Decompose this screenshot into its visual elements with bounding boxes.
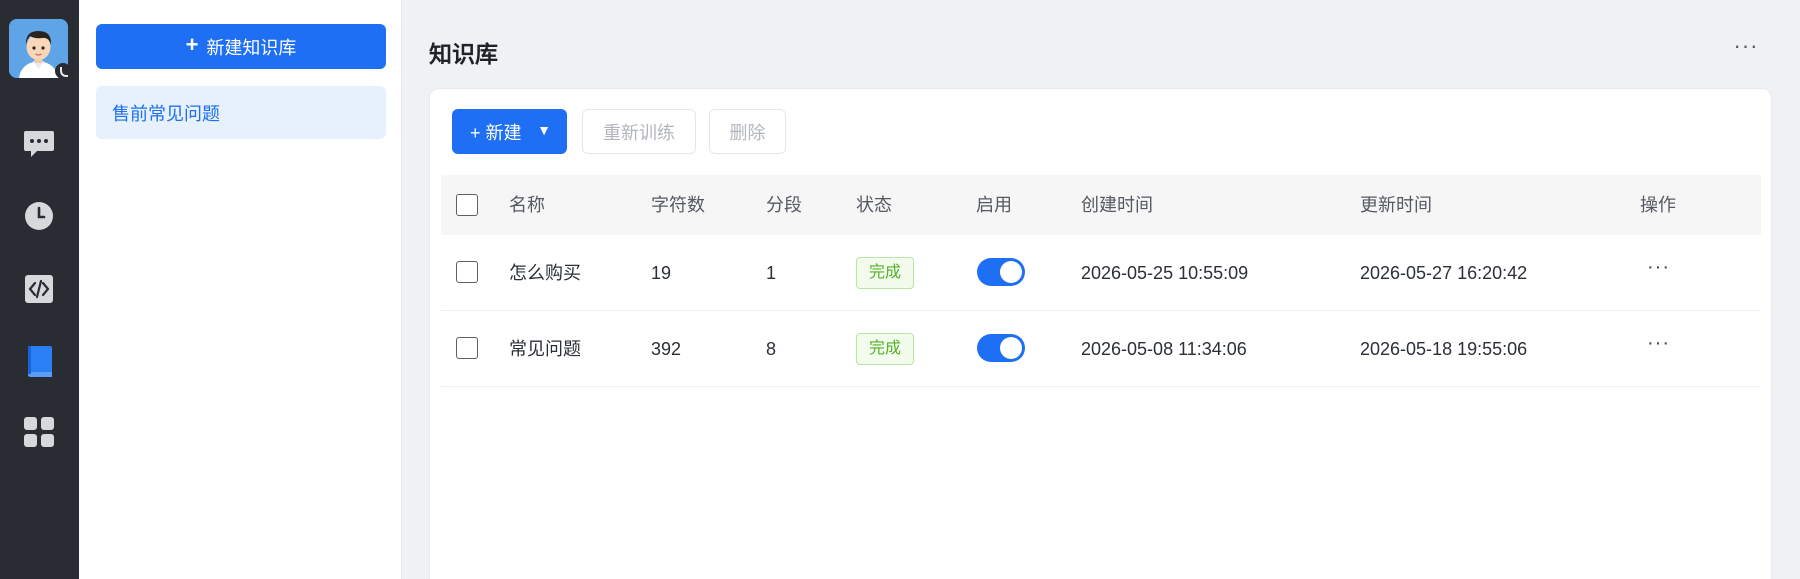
plus-icon: + <box>185 32 199 57</box>
column-header-name: 名称 <box>509 195 545 215</box>
chat-bubble-icon <box>24 131 54 157</box>
knowledge-table-card: + 新建 ▼ 重新训练 删除 名称 字符数 分段 状态 启用 创建时间 更新时间… <box>429 88 1772 579</box>
cell-segments: 1 <box>766 263 777 283</box>
kb-list-item-label: 售前常见问题 <box>112 103 220 124</box>
column-header-updated: 更新时间 <box>1360 195 1432 215</box>
row-more-icon[interactable]: ··· <box>1647 235 1670 305</box>
status-badge: 完成 <box>856 333 915 365</box>
nav-chat[interactable] <box>20 125 58 163</box>
column-header-segments: 分段 <box>766 195 802 215</box>
retrain-button[interactable]: 重新训练 <box>582 109 696 154</box>
caret-down-icon: ▼ <box>537 122 551 138</box>
nav-rail <box>0 0 79 579</box>
page-title: 知识库 <box>429 41 498 67</box>
cell-name[interactable]: 常见问题 <box>509 311 581 387</box>
column-header-enabled: 启用 <box>976 195 1012 215</box>
cell-chars: 392 <box>651 339 682 359</box>
grid-apps-icon <box>24 417 54 447</box>
cell-name[interactable]: 怎么购买 <box>509 235 581 311</box>
nav-apps[interactable] <box>20 413 58 451</box>
cell-created: 2026-05-08 11:34:06 <box>1081 339 1247 359</box>
status-badge: 完成 <box>856 257 915 289</box>
cell-created: 2026-05-25 10:55:09 <box>1081 263 1249 283</box>
retrain-label: 重新训练 <box>603 122 675 143</box>
nav-code[interactable] <box>20 270 58 308</box>
nav-knowledge[interactable] <box>20 342 58 380</box>
new-knowledge-base-label: 新建知识库 <box>206 37 297 58</box>
new-button-label: + 新建 <box>470 122 522 143</box>
column-header-actions: 操作 <box>1640 195 1676 215</box>
knowledge-base-panel: + 新建知识库 售前常见问题 <box>79 0 402 579</box>
nav-history[interactable] <box>20 197 58 235</box>
delete-button[interactable]: 删除 <box>709 109 786 154</box>
table-header: 名称 字符数 分段 状态 启用 创建时间 更新时间 操作 <box>441 175 1761 235</box>
status-moon-icon <box>55 63 71 79</box>
enable-toggle[interactable] <box>977 258 1025 286</box>
cell-updated: 2026-05-27 16:20:42 <box>1360 263 1528 283</box>
select-all-checkbox[interactable] <box>456 194 478 216</box>
column-header-chars: 字符数 <box>651 195 705 215</box>
new-dropdown-button[interactable]: + 新建 ▼ <box>452 109 567 154</box>
row-more-icon[interactable]: ··· <box>1647 311 1670 381</box>
column-header-status: 状态 <box>856 195 892 215</box>
cell-updated: 2026-05-18 19:55:06 <box>1360 339 1528 359</box>
row-checkbox[interactable] <box>456 337 478 359</box>
row-checkbox[interactable] <box>456 261 478 283</box>
table-row[interactable]: 怎么购买 19 1 完成 2026-05-25 10:55:09 2026-05… <box>441 235 1761 311</box>
kb-list-item[interactable]: 售前常见问题 <box>96 86 386 139</box>
delete-label: 删除 <box>729 122 766 143</box>
table-row[interactable]: 常见问题 392 8 完成 2026-05-08 11:34:06 2026-0… <box>441 311 1761 387</box>
book-icon <box>28 346 52 377</box>
new-knowledge-base-button[interactable]: + 新建知识库 <box>96 24 386 69</box>
code-icon <box>25 275 53 303</box>
more-options-icon[interactable]: ··· <box>1730 33 1762 58</box>
cell-segments: 8 <box>766 339 777 359</box>
column-header-created: 创建时间 <box>1081 195 1153 215</box>
clock-icon <box>25 202 53 230</box>
enable-toggle[interactable] <box>977 334 1025 362</box>
cell-chars: 19 <box>651 263 672 283</box>
